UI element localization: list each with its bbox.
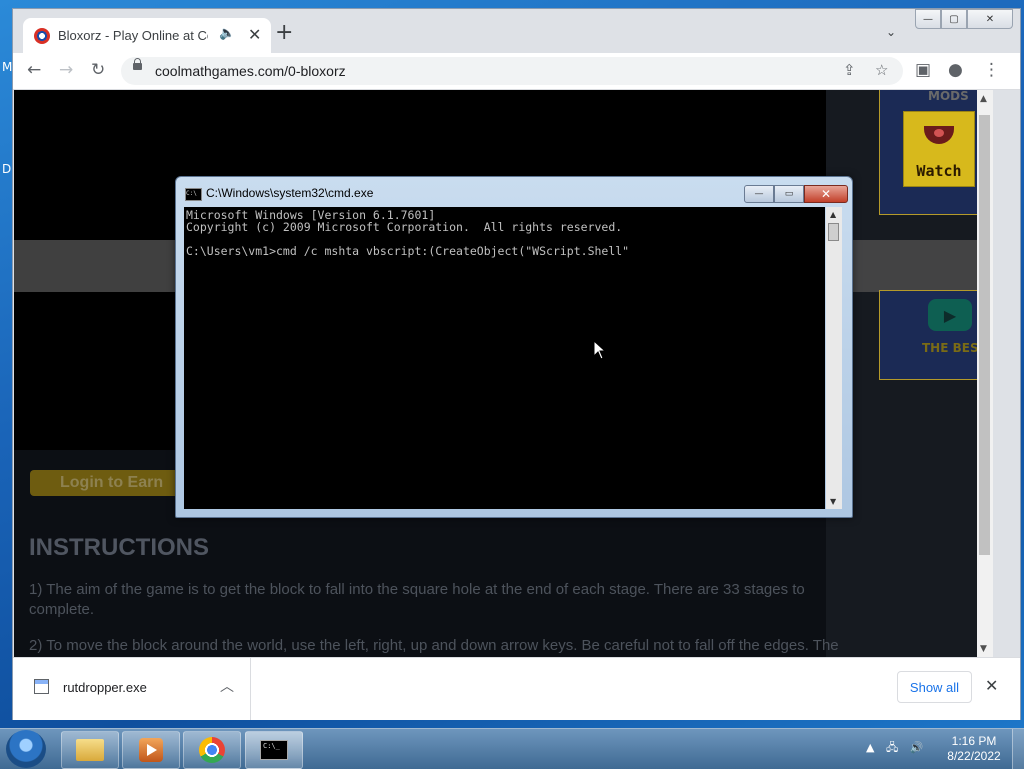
coolmath-favicon-icon [34, 28, 50, 44]
network-icon[interactable]: 🖧 [886, 741, 898, 754]
watch-button[interactable]: Watch [903, 111, 975, 187]
back-icon[interactable]: ← [27, 60, 41, 80]
console-command-line[interactable]: C:\Users\vm1>cmd /c mshta vbscript:(Crea… [186, 245, 629, 257]
best-games-card[interactable]: ▶ THE BES [879, 290, 977, 380]
taskbar-chrome-button[interactable] [183, 731, 241, 769]
desktop-icon-label: M [2, 60, 13, 74]
tab-close-icon[interactable]: ✕ [248, 25, 261, 44]
maximize-button[interactable]: ▢ [941, 9, 967, 29]
instruction-paragraph: 2) To move the block around the world, u… [29, 637, 839, 654]
cmd-window-controls: — ▭ ✕ [744, 185, 848, 203]
system-clock[interactable]: 1:16 PM 8/22/2022 [944, 734, 1004, 764]
side-panel-icon[interactable]: ▣ [915, 60, 931, 80]
browser-tab[interactable]: Bloxorz - Play Online at Coolmath Games … [23, 18, 271, 53]
speaker-icon[interactable]: 🔈 [219, 26, 235, 41]
cmd-minimize-button[interactable]: — [744, 185, 774, 203]
reload-icon[interactable]: ↻ [91, 60, 105, 80]
scrollbar-thumb[interactable] [979, 115, 990, 555]
bookmark-star-icon[interactable]: ☆ [875, 61, 888, 79]
download-file-name[interactable]: rutdropper.exe [63, 680, 147, 695]
cmd-icon: C:\_ [260, 740, 288, 760]
scroll-up-arrow-icon[interactable]: ▲ [830, 210, 836, 219]
forward-icon[interactable]: → [59, 60, 73, 80]
new-tab-button[interactable]: + [275, 22, 293, 44]
close-download-shelf-icon[interactable]: ✕ [985, 676, 998, 695]
console-output[interactable]: Microsoft Windows [Version 6.1.7601] Cop… [184, 207, 825, 509]
show-hidden-icons-icon[interactable]: ▲ [866, 741, 874, 754]
cmd-scrollbar[interactable]: ▲ ▼ [826, 207, 842, 509]
close-button[interactable]: ✕ [967, 9, 1013, 29]
download-shelf: rutdropper.exe ︿ Show all ✕ [13, 657, 1020, 720]
lock-icon[interactable] [133, 58, 142, 70]
volume-icon[interactable]: 🔊 [910, 741, 924, 754]
start-button[interactable] [6, 730, 46, 768]
download-item[interactable]: rutdropper.exe ︿ [13, 658, 251, 720]
taskbar-media-player-button[interactable] [122, 731, 180, 769]
browser-toolbar: ← → ↻ coolmathgames.com/0-bloxorz ⇪ ☆ ▣ … [13, 53, 1020, 90]
scroll-down-arrow-icon[interactable]: ▼ [830, 497, 836, 506]
cmd-close-button[interactable]: ✕ [804, 185, 848, 203]
desktop-icon-label: D [2, 162, 12, 176]
eye-icon [924, 126, 954, 144]
best-games-label: THE BES [922, 341, 977, 355]
folder-icon [76, 739, 104, 761]
mods-card[interactable]: MODS Watch [879, 90, 977, 215]
chrome-icon [199, 737, 225, 763]
cmd-scrollbar-thumb[interactable] [828, 223, 839, 241]
address-bar[interactable]: coolmathgames.com/0-bloxorz ⇪ ☆ [121, 57, 903, 85]
cmd-maximize-button[interactable]: ▭ [774, 185, 804, 203]
menu-icon[interactable]: ⋮ [983, 60, 1000, 80]
instruction-paragraph: 1) The aim of the game is to get the blo… [29, 581, 805, 618]
mods-label: MODS [928, 90, 969, 103]
media-player-icon [139, 738, 163, 762]
executable-file-icon [34, 679, 49, 694]
play-icon: ▶ [928, 299, 972, 331]
tab-strip: Bloxorz - Play Online at Coolmath Games … [13, 9, 1020, 53]
share-icon[interactable]: ⇪ [843, 61, 856, 79]
scroll-down-arrow-icon[interactable]: ▼ [980, 644, 987, 654]
cmd-window-title: C:\Windows\system32\cmd.exe [206, 186, 374, 200]
clock-time: 1:16 PM [951, 734, 997, 748]
watch-label: Watch [916, 162, 962, 180]
tab-title: Bloxorz - Play Online at Coolmath Games [58, 28, 208, 43]
clock-date: 8/22/2022 [947, 749, 1001, 763]
taskbar-explorer-button[interactable] [61, 731, 119, 769]
show-all-button[interactable]: Show all [897, 671, 972, 703]
cmd-app-icon: C:\ [185, 188, 202, 201]
instructions-heading: INSTRUCTIONS [29, 534, 209, 561]
taskbar-cmd-button[interactable]: C:\_ [245, 731, 303, 769]
minimize-button[interactable]: — [915, 9, 941, 29]
tab-search-icon[interactable]: ⌄ [886, 25, 896, 39]
notification-tray: ▲ 🖧 🔊 [866, 739, 931, 758]
taskbar: C:\_ ▲ 🖧 🔊 1:16 PM 8/22/2022 [0, 728, 1024, 769]
console-line: Copyright (c) 2009 Microsoft Corporation… [186, 220, 623, 234]
profile-avatar-icon[interactable]: ● [948, 60, 963, 80]
chevron-up-icon[interactable]: ︿ [220, 676, 234, 696]
show-desktop-button[interactable] [1012, 729, 1024, 769]
window-controls: — ▢ ✕ [915, 9, 1016, 29]
page-scrollbar[interactable]: ▲ ▼ [977, 90, 993, 657]
scroll-up-arrow-icon[interactable]: ▲ [980, 94, 987, 104]
cmd-window[interactable]: C:\ C:\Windows\system32\cmd.exe — ▭ ✕ Mi… [175, 176, 853, 518]
url-text[interactable]: coolmathgames.com/0-bloxorz [155, 63, 346, 79]
